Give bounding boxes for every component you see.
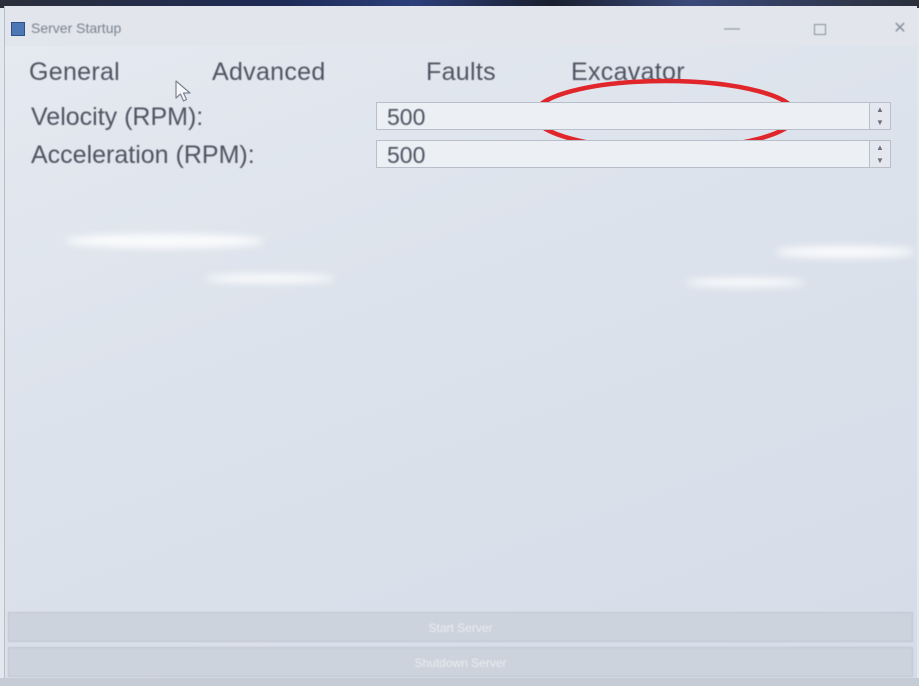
acceleration-decrement-icon[interactable]: ▼	[870, 154, 890, 167]
maximize-button[interactable]	[805, 18, 835, 40]
title-bar: Server Startup — ✕	[5, 6, 917, 46]
velocity-value[interactable]: 500	[387, 104, 425, 131]
acceleration-spinbox[interactable]: 500 ▲ ▼	[376, 140, 891, 168]
shutdown-server-button[interactable]: Shutdown Server	[8, 647, 913, 677]
minimize-button[interactable]: —	[717, 18, 747, 40]
acceleration-value[interactable]: 500	[387, 142, 425, 169]
start-server-button[interactable]: Start Server	[8, 612, 913, 642]
velocity-spinbox[interactable]: 500 ▲ ▼	[376, 102, 891, 130]
tab-faults[interactable]: Faults	[426, 58, 496, 87]
server-startup-window: Server Startup — ✕ General Advanced Faul…	[4, 6, 917, 684]
light-glare	[205, 274, 335, 283]
acceleration-row: Acceleration (RPM): 500 ▲ ▼	[5, 138, 917, 172]
tab-general[interactable]: General	[29, 58, 120, 87]
tab-bar: General Advanced Faults Excavator	[5, 46, 917, 152]
light-glare	[775, 246, 915, 258]
velocity-increment-icon[interactable]: ▲	[870, 103, 890, 116]
velocity-decrement-icon[interactable]: ▼	[870, 116, 890, 129]
acceleration-label: Acceleration (RPM):	[31, 141, 255, 169]
light-glare	[65, 234, 265, 248]
app-window-icon	[11, 22, 25, 36]
light-glare	[685, 278, 805, 287]
window-title: Server Startup	[31, 20, 122, 36]
maximize-icon	[814, 24, 826, 35]
tab-advanced[interactable]: Advanced	[212, 58, 326, 87]
velocity-row: Velocity (RPM): 500 ▲ ▼	[5, 100, 917, 134]
velocity-label: Velocity (RPM):	[31, 103, 204, 131]
velocity-spin-buttons: ▲ ▼	[869, 103, 890, 129]
acceleration-increment-icon[interactable]: ▲	[870, 141, 890, 154]
close-button[interactable]: ✕	[885, 18, 915, 40]
acceleration-spin-buttons: ▲ ▼	[869, 141, 890, 167]
photo-bottom-edge	[0, 678, 919, 686]
